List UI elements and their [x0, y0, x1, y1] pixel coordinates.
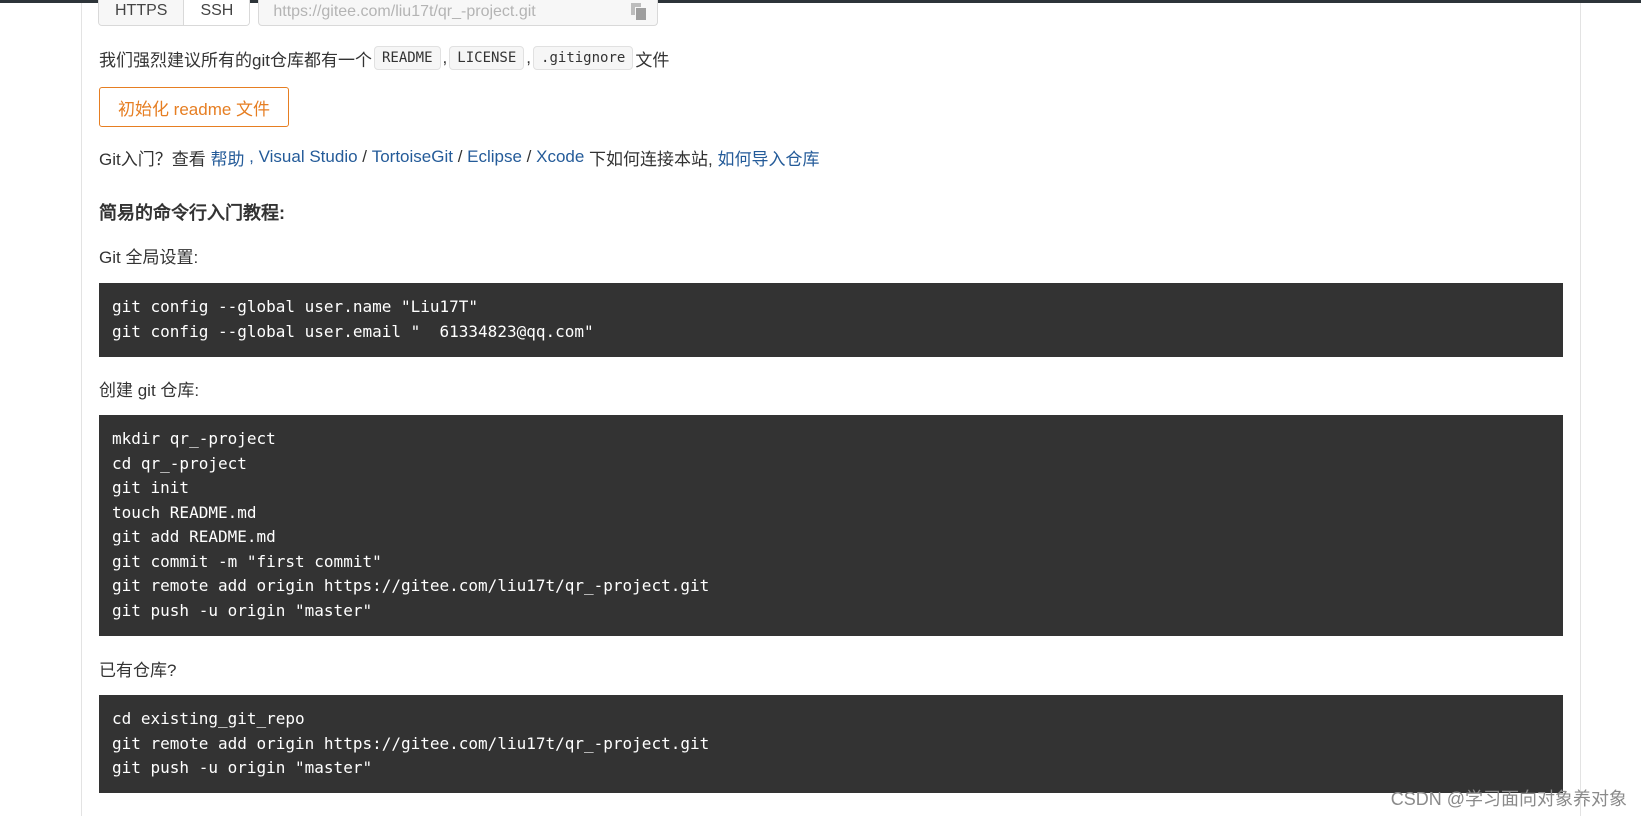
- code-line: git remote add origin https://gitee.com/…: [112, 576, 710, 595]
- global-settings-label: Git 全局设置:: [99, 248, 199, 267]
- gitignore-chip: .gitignore: [533, 46, 634, 70]
- tortoisegit-link[interactable]: TortoiseGit: [372, 147, 453, 167]
- code-line: cd qr_-project: [112, 453, 247, 473]
- copy-icon[interactable]: [631, 3, 648, 21]
- eclipse-link[interactable]: Eclipse: [467, 147, 522, 167]
- code-line: mkdir qr_-project: [112, 429, 276, 448]
- existing-repo-code: cd existing_git_repo git remote add orig…: [99, 695, 1563, 793]
- help-sep: ,: [244, 147, 259, 166]
- create-repo-label: 创建 git 仓库:: [99, 381, 200, 400]
- tutorial-title: 简易的命令行入门教程:: [99, 203, 285, 223]
- clone-url-field[interactable]: https://gitee.com/liu17t/qr_-project.git: [258, 0, 659, 26]
- visual-studio-link[interactable]: Visual Studio: [259, 147, 358, 167]
- help-middle: 下如何连接本站,: [584, 149, 718, 169]
- existing-repo-label: 已有仓库?: [99, 661, 177, 680]
- help-prefix: Git入门？查看: [99, 149, 211, 169]
- separator: ,: [442, 48, 448, 67]
- git-help-line: Git入门？查看 帮助 , Visual Studio / TortoiseGi…: [99, 144, 820, 170]
- code-line: git push -u origin "master": [112, 600, 373, 620]
- code-line: touch README.md: [112, 502, 257, 522]
- protocol-toggle: HTTPS SSH: [98, 0, 251, 26]
- code-line: git config --global user.email " 6133482…: [112, 321, 594, 341]
- recommend-suffix: 文件: [635, 50, 670, 70]
- csdn-watermark: CSDN @学习面向对象养对象: [1390, 789, 1627, 809]
- code-line: git commit -m "first commit": [112, 551, 382, 571]
- xcode-link[interactable]: Xcode: [536, 147, 584, 167]
- code-line: git init: [112, 478, 190, 497]
- help-sep: /: [357, 147, 372, 166]
- ssh-tab[interactable]: SSH: [183, 0, 250, 25]
- clone-url-text: https://gitee.com/liu17t/qr_-project.git: [273, 3, 536, 20]
- code-line: git push -u origin "master": [112, 758, 373, 777]
- global-settings-code: git config --global user.name "Liu17T" g…: [99, 283, 1563, 357]
- help-link[interactable]: 帮助: [210, 145, 244, 170]
- code-line: cd existing_git_repo: [112, 709, 305, 728]
- separator: ,: [526, 48, 532, 67]
- create-repo-code: mkdir qr_-project cd qr_-project git ini…: [99, 415, 1563, 636]
- recommend-files-text: 我们强烈建议所有的git仓库都有一个 README , LICENSE , .g…: [99, 44, 669, 72]
- recommend-prefix: 我们强烈建议所有的git仓库都有一个: [99, 50, 372, 70]
- license-chip: LICENSE: [449, 46, 525, 70]
- help-sep: /: [521, 147, 537, 166]
- https-tab[interactable]: HTTPS: [99, 0, 184, 25]
- code-line: git add README.md: [112, 527, 276, 546]
- import-repo-link[interactable]: 如何导入仓库: [718, 145, 820, 170]
- clone-url-bar: HTTPS SSH https://gitee.com/liu17t/qr_-p…: [98, 0, 659, 26]
- code-line: git remote add origin https://gitee.com/…: [112, 733, 710, 753]
- code-line: git config --global user.name "Liu17T": [112, 297, 479, 316]
- readme-chip: README: [373, 46, 441, 70]
- init-readme-button[interactable]: 初始化 readme 文件: [99, 87, 289, 127]
- help-sep: /: [452, 147, 468, 166]
